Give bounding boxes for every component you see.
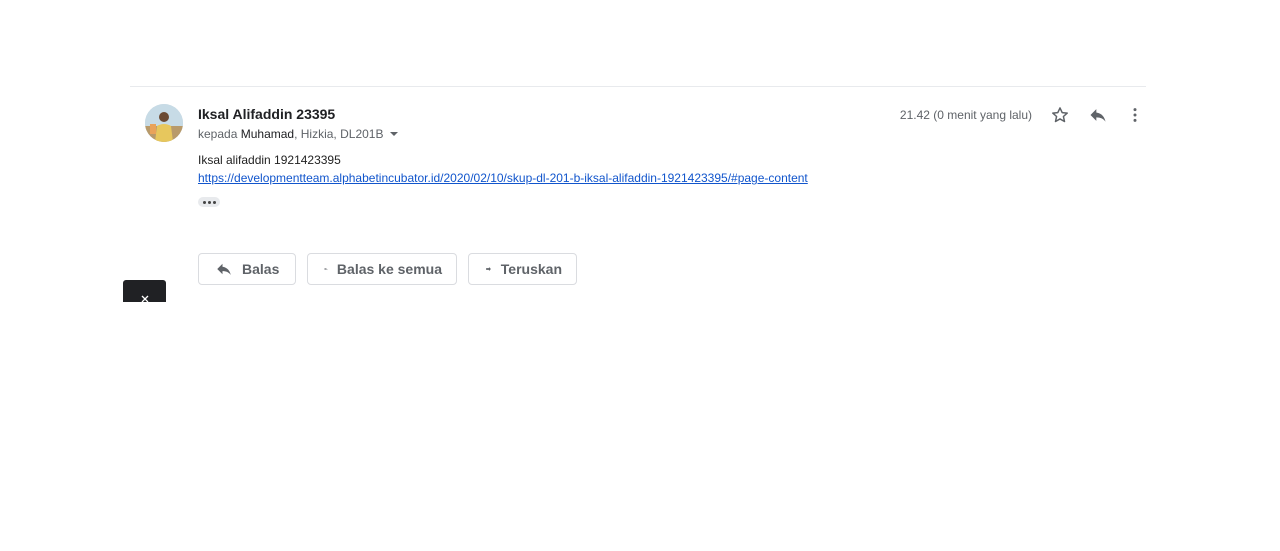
reply-icon	[217, 263, 231, 275]
close-icon	[141, 295, 148, 302]
ellipsis-dot	[212, 200, 216, 204]
forward-icon	[486, 267, 491, 271]
message-body-text: Iksal alifaddin 1921423395	[198, 153, 341, 167]
recipients-line: kepada Muhamad, Hizkia, DL201B	[198, 127, 399, 141]
message-body-link[interactable]: https://developmentteam.alphabetincubato…	[198, 171, 808, 185]
reply-all-action-label: Balas ke semua	[336, 261, 442, 277]
email-view: Iksal Alifaddin 23395 kepada Muhamad, Hi…	[0, 0, 1280, 551]
recipients-others: , Hizkia, DL201B	[294, 127, 384, 141]
recipients-details-toggle[interactable]	[390, 132, 399, 136]
sender-name[interactable]: Iksal Alifaddin 23395	[198, 106, 335, 122]
reply-action-label: Balas	[242, 261, 280, 277]
reply-icon	[1090, 109, 1106, 122]
reply-all-icon	[324, 267, 328, 271]
more-options-button[interactable]	[1123, 103, 1147, 127]
reply-action-button[interactable]: Balas	[198, 253, 296, 285]
recipient-primary: Muhamad	[240, 127, 295, 141]
reply-button[interactable]	[1086, 103, 1110, 127]
forward-action-button[interactable]: Teruskan	[468, 253, 577, 285]
message-timestamp: 21.42 (0 menit yang lalu)	[899, 108, 1032, 122]
reply-all-action-button[interactable]: Balas ke semua	[307, 253, 457, 285]
ellipsis-dot	[207, 200, 211, 204]
close-panel-button[interactable]	[123, 280, 166, 302]
star-button[interactable]	[1048, 103, 1072, 127]
recipients-prefix: kepada	[198, 127, 238, 141]
avatar[interactable]	[145, 104, 183, 142]
forward-action-label: Teruskan	[500, 261, 562, 277]
divider	[130, 86, 1146, 87]
more-vert-icon	[1133, 108, 1137, 122]
ellipsis-dot	[202, 200, 206, 204]
show-trimmed-content-button[interactable]	[198, 197, 220, 207]
star-icon	[1052, 107, 1068, 123]
